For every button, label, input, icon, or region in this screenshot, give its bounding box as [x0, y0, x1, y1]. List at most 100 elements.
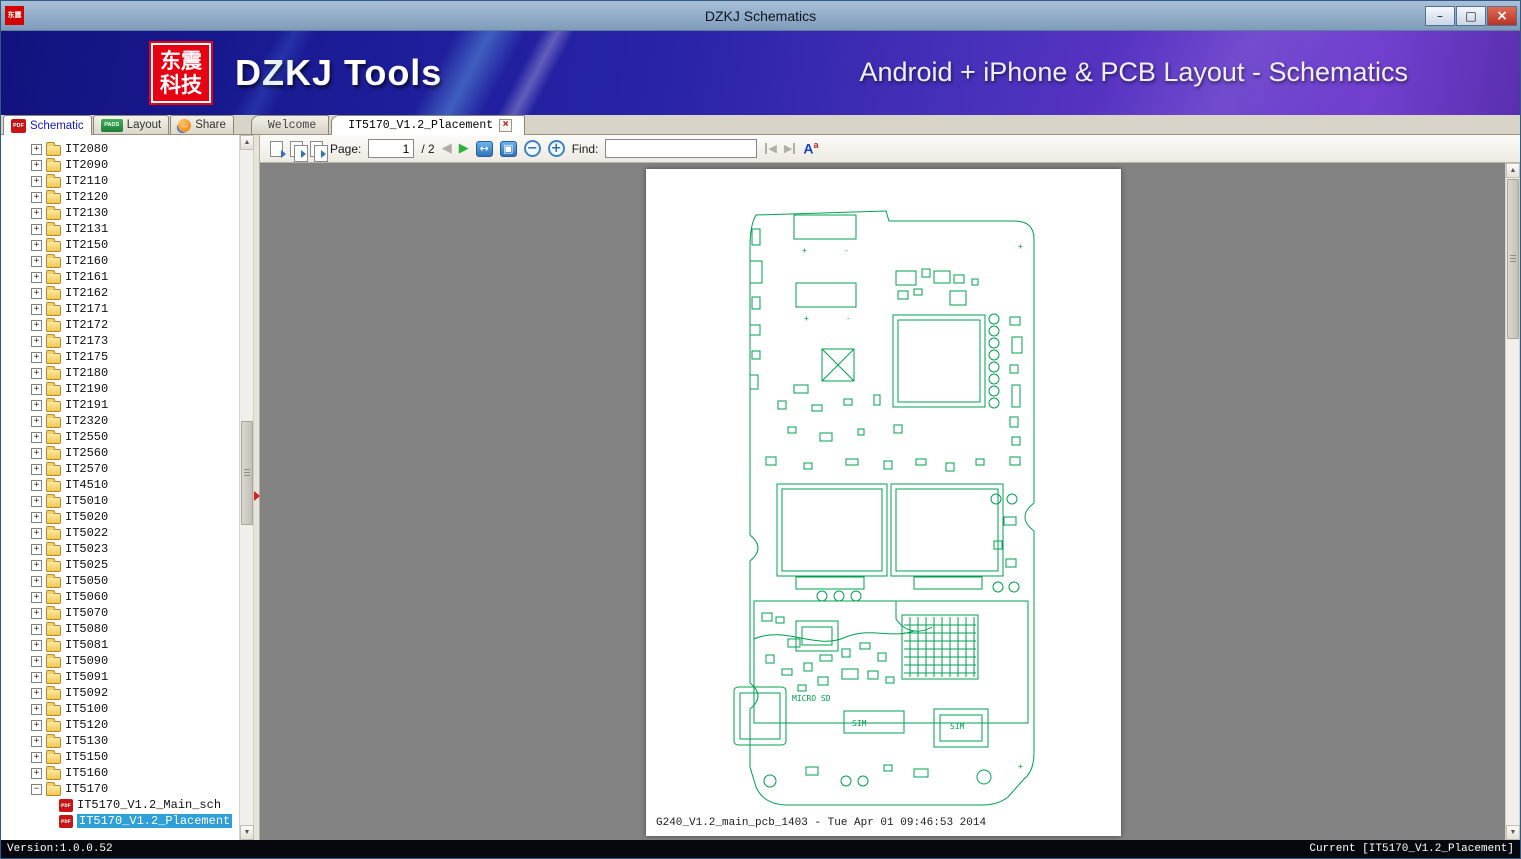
- expand-icon[interactable]: +: [31, 703, 42, 715]
- expand-icon[interactable]: +: [31, 271, 42, 283]
- tree-folder-row[interactable]: + IT2160: [1, 253, 239, 269]
- expand-icon[interactable]: +: [31, 751, 42, 763]
- expand-icon[interactable]: +: [31, 559, 42, 571]
- facing-pages-icon[interactable]: [290, 140, 308, 162]
- scroll-down-icon[interactable]: ▼: [1506, 825, 1520, 840]
- expand-icon[interactable]: +: [31, 319, 42, 331]
- tree-folder-row[interactable]: + IT5091: [1, 669, 239, 685]
- tree-scrollbar[interactable]: ▲ ▼: [239, 135, 254, 840]
- expand-icon[interactable]: +: [31, 207, 42, 219]
- tree-folder-row[interactable]: + IT5090: [1, 653, 239, 669]
- match-case-icon[interactable]: Aa: [803, 141, 818, 156]
- find-next-icon[interactable]: ▶: [784, 142, 796, 156]
- expand-icon[interactable]: +: [31, 223, 42, 235]
- tree-folder-row[interactable]: + IT2171: [1, 301, 239, 317]
- expand-icon[interactable]: +: [31, 495, 42, 507]
- scroll-up-icon[interactable]: ▲: [240, 135, 254, 150]
- expand-icon[interactable]: +: [31, 303, 42, 315]
- tree-folder-row[interactable]: + IT2150: [1, 237, 239, 253]
- expand-icon[interactable]: +: [31, 639, 42, 651]
- zoom-out-icon[interactable]: −: [523, 140, 541, 157]
- maximize-button[interactable]: □: [1456, 5, 1486, 26]
- tree-folder-row[interactable]: + IT2570: [1, 461, 239, 477]
- zoom-in-icon[interactable]: +: [547, 140, 565, 157]
- tree-folder-row[interactable]: + IT2320: [1, 413, 239, 429]
- expand-icon[interactable]: +: [31, 239, 42, 251]
- scroll-down-icon[interactable]: ▼: [240, 825, 254, 840]
- expand-icon[interactable]: +: [31, 479, 42, 491]
- tree-file-row[interactable]: PDF IT5170_V1.2_Main_sch: [1, 797, 239, 813]
- tree-folder-row[interactable]: + IT5092: [1, 685, 239, 701]
- tree-folder-row[interactable]: + IT2172: [1, 317, 239, 333]
- tree-folder-row[interactable]: + IT5150: [1, 749, 239, 765]
- close-button[interactable]: ×: [1487, 5, 1517, 26]
- tree-folder-row[interactable]: + IT5023: [1, 541, 239, 557]
- content-scrollbar-thumb[interactable]: [1507, 179, 1519, 339]
- tree-folder-row[interactable]: + IT5130: [1, 733, 239, 749]
- expand-icon[interactable]: +: [31, 767, 42, 779]
- tree-folder-row[interactable]: + IT2180: [1, 365, 239, 381]
- tree-folder-row[interactable]: + IT5080: [1, 621, 239, 637]
- tree-folder-row[interactable]: + IT5022: [1, 525, 239, 541]
- tree-folder-row[interactable]: + IT2162: [1, 285, 239, 301]
- expand-icon[interactable]: +: [31, 735, 42, 747]
- fit-width-icon[interactable]: ↔: [475, 140, 493, 157]
- minimize-button[interactable]: –: [1425, 5, 1455, 26]
- tree-folder-row[interactable]: + IT2120: [1, 189, 239, 205]
- single-page-icon[interactable]: [270, 140, 286, 158]
- tab-layout[interactable]: PADS Layout: [92, 115, 170, 134]
- find-input[interactable]: [605, 139, 758, 158]
- tree-folder-row[interactable]: + IT2131: [1, 221, 239, 237]
- expand-icon[interactable]: +: [31, 671, 42, 683]
- previous-page-icon[interactable]: ◀: [442, 142, 452, 155]
- expand-icon[interactable]: +: [31, 431, 42, 443]
- page-number-input[interactable]: [368, 139, 415, 158]
- expand-icon[interactable]: +: [31, 575, 42, 587]
- expand-icon[interactable]: +: [31, 287, 42, 299]
- expand-icon[interactable]: +: [31, 655, 42, 667]
- viewer-canvas[interactable]: + - + - MICRO SD SIM SIM + + G240_V1.2_m…: [260, 163, 1505, 840]
- collapse-icon[interactable]: −: [31, 783, 42, 795]
- tree-folder-row[interactable]: + IT2090: [1, 157, 239, 173]
- tree-file-row[interactable]: PDF IT5170_V1.2_Placement: [1, 813, 239, 829]
- tree-folder-row[interactable]: + IT2191: [1, 397, 239, 413]
- tree-folder-row[interactable]: + IT2161: [1, 269, 239, 285]
- content-scrollbar[interactable]: ▲ ▼: [1505, 163, 1520, 840]
- continuous-pages-icon[interactable]: [310, 140, 328, 162]
- tab-it5170-placement[interactable]: IT5170_V1.2_Placement ×: [331, 115, 526, 135]
- tree-folder-row[interactable]: + IT2550: [1, 429, 239, 445]
- expand-icon[interactable]: +: [31, 159, 42, 171]
- tree-folder-row[interactable]: + IT5050: [1, 573, 239, 589]
- tree-folder-row[interactable]: + IT2080: [1, 141, 239, 157]
- expand-icon[interactable]: +: [31, 367, 42, 379]
- expand-icon[interactable]: +: [31, 527, 42, 539]
- expand-icon[interactable]: +: [31, 543, 42, 555]
- tab-share[interactable]: → Share: [170, 115, 234, 134]
- tree-folder-row[interactable]: + IT2190: [1, 381, 239, 397]
- tree-folder-row[interactable]: + IT5070: [1, 605, 239, 621]
- expand-icon[interactable]: +: [31, 687, 42, 699]
- tree-scrollbar-thumb[interactable]: [241, 421, 253, 525]
- scroll-up-icon[interactable]: ▲: [1506, 163, 1520, 178]
- tree-folder-row-expanded[interactable]: − IT5170: [1, 781, 239, 797]
- expand-icon[interactable]: +: [31, 415, 42, 427]
- tree-folder-row[interactable]: + IT2110: [1, 173, 239, 189]
- tree-folder-row[interactable]: + IT5010: [1, 493, 239, 509]
- tree-folder-row[interactable]: + IT2173: [1, 333, 239, 349]
- tree-folder-row[interactable]: + IT2130: [1, 205, 239, 221]
- tree-folder-row[interactable]: + IT5120: [1, 717, 239, 733]
- tree-folder-row[interactable]: + IT2175: [1, 349, 239, 365]
- expand-icon[interactable]: +: [31, 399, 42, 411]
- tab-schematic[interactable]: PDF Schematic: [3, 115, 92, 135]
- tree-folder-row[interactable]: + IT5160: [1, 765, 239, 781]
- fit-page-icon[interactable]: ▣: [499, 140, 517, 157]
- expand-icon[interactable]: +: [31, 351, 42, 363]
- tree-folder-row[interactable]: + IT5081: [1, 637, 239, 653]
- tree-folder-row[interactable]: + IT5025: [1, 557, 239, 573]
- next-page-icon[interactable]: ▶: [459, 142, 469, 155]
- expand-icon[interactable]: +: [31, 511, 42, 523]
- expand-icon[interactable]: +: [31, 383, 42, 395]
- tab-welcome[interactable]: Welcome: [250, 115, 330, 134]
- expand-icon[interactable]: +: [31, 447, 42, 459]
- expand-icon[interactable]: +: [31, 719, 42, 731]
